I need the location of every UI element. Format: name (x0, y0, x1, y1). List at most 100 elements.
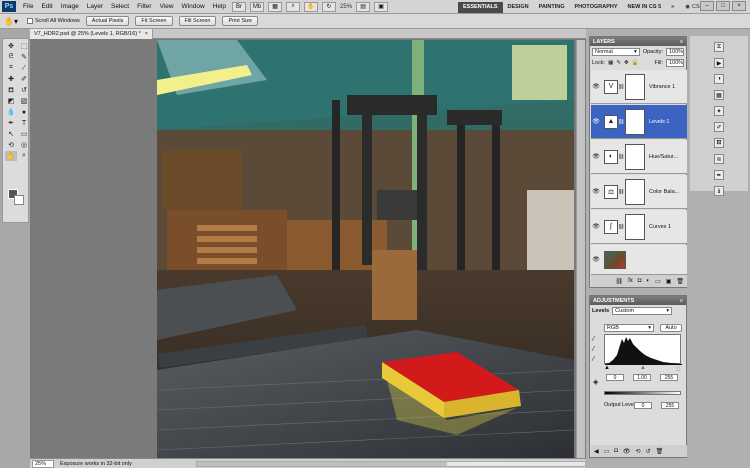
blend-mode-select[interactable]: Normal ▾ (592, 47, 640, 56)
vertical-scrollbar[interactable] (576, 40, 585, 458)
chain-link-icon[interactable]: ⛓ (618, 154, 624, 160)
minimize-icon[interactable]: – (700, 1, 714, 11)
menu-layer[interactable]: Layer (83, 3, 107, 10)
close-icon[interactable]: × (732, 1, 746, 11)
clip-to-layer-icon[interactable]: ◘ (614, 448, 618, 454)
screen-mode-icon[interactable]: ▣ (374, 1, 389, 12)
actions-panel-icon[interactable]: ▶ (714, 58, 724, 68)
horizontal-scrollbar[interactable] (196, 460, 586, 467)
visibility-eye-icon[interactable]: 👁 (591, 83, 601, 90)
visibility-eye-icon[interactable]: 👁 (591, 153, 601, 160)
blur-tool-icon[interactable]: 💧 (5, 107, 17, 117)
input-white-slider[interactable]: △ (676, 365, 681, 372)
lasso-tool-icon[interactable]: ᘓ (5, 52, 17, 62)
channel-select[interactable]: RGB ▾ (604, 323, 654, 332)
panel-menu-icon[interactable]: ≡ (680, 298, 683, 304)
grid-icon[interactable]: ▦ (268, 1, 283, 12)
gradient-tool-icon[interactable]: ▧ (18, 96, 30, 106)
history-brush-icon[interactable]: ↺ (18, 85, 30, 95)
new-adjustment-icon[interactable]: ◐ (646, 278, 650, 284)
zoom-tool-icon[interactable]: ⌕ (286, 1, 301, 12)
workspace-new-in-cs5[interactable]: NEW IN CS 5 (623, 2, 667, 13)
document-tab[interactable]: V7_HDR2.psd @ 25% (Levels 1, RGB/16) * × (30, 29, 153, 39)
healing-brush-icon[interactable]: ✚ (5, 74, 17, 84)
toggle-visibility-icon[interactable]: 👁 (623, 448, 631, 455)
workspace-more-icon[interactable]: » (666, 2, 679, 13)
layer-row-levels[interactable]: 👁 ▲ ⛓ Levels 1 (591, 105, 687, 139)
lock-all-icon[interactable]: 🔒 (632, 60, 639, 66)
scroll-all-windows-checkbox[interactable]: Scroll All Windows (26, 18, 80, 24)
minibridge-icon[interactable]: Mb (250, 1, 265, 12)
layer-mask-thumbnail[interactable] (625, 213, 645, 240)
chain-link-icon[interactable]: ⛓ (618, 84, 624, 90)
layer-mask-thumbnail[interactable] (625, 108, 645, 135)
layer-mask-thumbnail[interactable] (625, 178, 645, 205)
path-select-icon[interactable]: ↖ (5, 129, 17, 139)
workspace-design[interactable]: DESIGN (503, 2, 534, 13)
input-black-field[interactable]: 0 (606, 374, 624, 381)
lock-position-icon[interactable]: ✥ (624, 60, 629, 66)
layer-mask-thumbnail[interactable] (625, 143, 645, 170)
clone-source-panel-icon[interactable]: ⛾ (714, 138, 724, 148)
chain-link-icon[interactable]: ⛓ (618, 189, 624, 195)
gray-point-eyedropper-icon[interactable]: ⁄ (593, 346, 594, 353)
reset-icon[interactable]: ↺ (646, 448, 651, 455)
history-panel-icon[interactable]: ⧖ (714, 42, 724, 52)
channels-panel-icon[interactable]: ≋ (714, 154, 724, 164)
workspace-essentials[interactable]: ESSENTIALS (458, 1, 503, 13)
crop-tool-icon[interactable]: ⌗ (5, 63, 17, 73)
fit-screen-button[interactable]: Fit Screen (135, 16, 173, 26)
type-tool-icon[interactable]: T (18, 118, 30, 128)
fill-screen-button[interactable]: Fill Screen (178, 16, 217, 26)
color-panel-icon[interactable]: ◑ (714, 74, 724, 84)
previous-state-icon[interactable]: ⟲ (636, 448, 641, 455)
horizontal-scroll-thumb[interactable] (197, 461, 447, 466)
maximize-icon[interactable]: □ (716, 1, 730, 11)
menu-filter[interactable]: Filter (133, 3, 155, 10)
rotate-view-icon[interactable]: ↻ (322, 1, 337, 12)
bridge-icon[interactable]: Br (232, 1, 247, 12)
chain-link-icon[interactable]: ⛓ (618, 224, 624, 230)
white-point-eyedropper-icon[interactable]: ⁄ (593, 356, 594, 363)
menu-image[interactable]: Image (57, 3, 83, 10)
output-black-field[interactable]: 0 (634, 402, 652, 409)
background-color-swatch[interactable] (14, 195, 24, 205)
menu-help[interactable]: Help (209, 3, 230, 10)
eyedropper-tool-icon[interactable]: ⁄ (18, 63, 30, 73)
document-image[interactable] (157, 40, 574, 458)
black-point-eyedropper-icon[interactable]: ⁄ (593, 336, 594, 343)
clipping-warning-icon[interactable]: ◈ (593, 378, 598, 386)
zoom-tool-icon[interactable]: ⌕ (18, 151, 30, 161)
workspace-photography[interactable]: PHOTOGRAPHY (570, 2, 623, 13)
panel-menu-icon[interactable]: ≡ (680, 39, 683, 45)
move-tool-icon[interactable]: ✥ (5, 41, 17, 51)
preset-select[interactable]: Custom ▾ (612, 306, 673, 315)
eraser-tool-icon[interactable]: ◩ (5, 96, 17, 106)
clone-stamp-icon[interactable]: ⛾ (5, 85, 17, 95)
workspace-painting[interactable]: PAINTING (534, 2, 570, 13)
lock-transparency-icon[interactable]: ▦ (608, 60, 613, 66)
output-white-field[interactable]: 255 (661, 402, 679, 409)
menu-edit[interactable]: Edit (37, 3, 56, 10)
opacity-field[interactable]: 100% (666, 47, 684, 56)
menu-window[interactable]: Window (178, 3, 209, 10)
shape-tool-icon[interactable]: ▭ (18, 129, 30, 139)
expand-view-icon[interactable]: ▭ (604, 448, 610, 455)
brushes-panel-icon[interactable]: ✐ (714, 122, 724, 132)
visibility-eye-icon[interactable]: 👁 (591, 118, 601, 125)
trash-icon[interactable]: 🗑 (676, 278, 684, 285)
zoom-level[interactable]: 25% (338, 4, 354, 10)
swatches-panel-icon[interactable]: ▦ (714, 90, 724, 100)
delete-adjustment-icon[interactable]: 🗑 (656, 448, 664, 455)
status-zoom-field[interactable]: 25% (32, 459, 54, 468)
layer-row-background[interactable]: 👁 (591, 245, 687, 275)
close-document-icon[interactable]: × (145, 31, 148, 37)
quick-select-tool-icon[interactable]: ✎ (18, 52, 30, 62)
fx-icon[interactable]: fx (628, 278, 633, 284)
input-gamma-field[interactable]: 1.00 (633, 374, 651, 381)
link-layers-icon[interactable]: ⛓ (615, 278, 623, 285)
visibility-eye-icon[interactable]: 👁 (591, 256, 601, 263)
hand-tool-preset-icon[interactable]: ✋▾ (4, 17, 18, 26)
menu-view[interactable]: View (156, 3, 178, 10)
input-gray-slider[interactable]: ▲ (640, 365, 646, 371)
